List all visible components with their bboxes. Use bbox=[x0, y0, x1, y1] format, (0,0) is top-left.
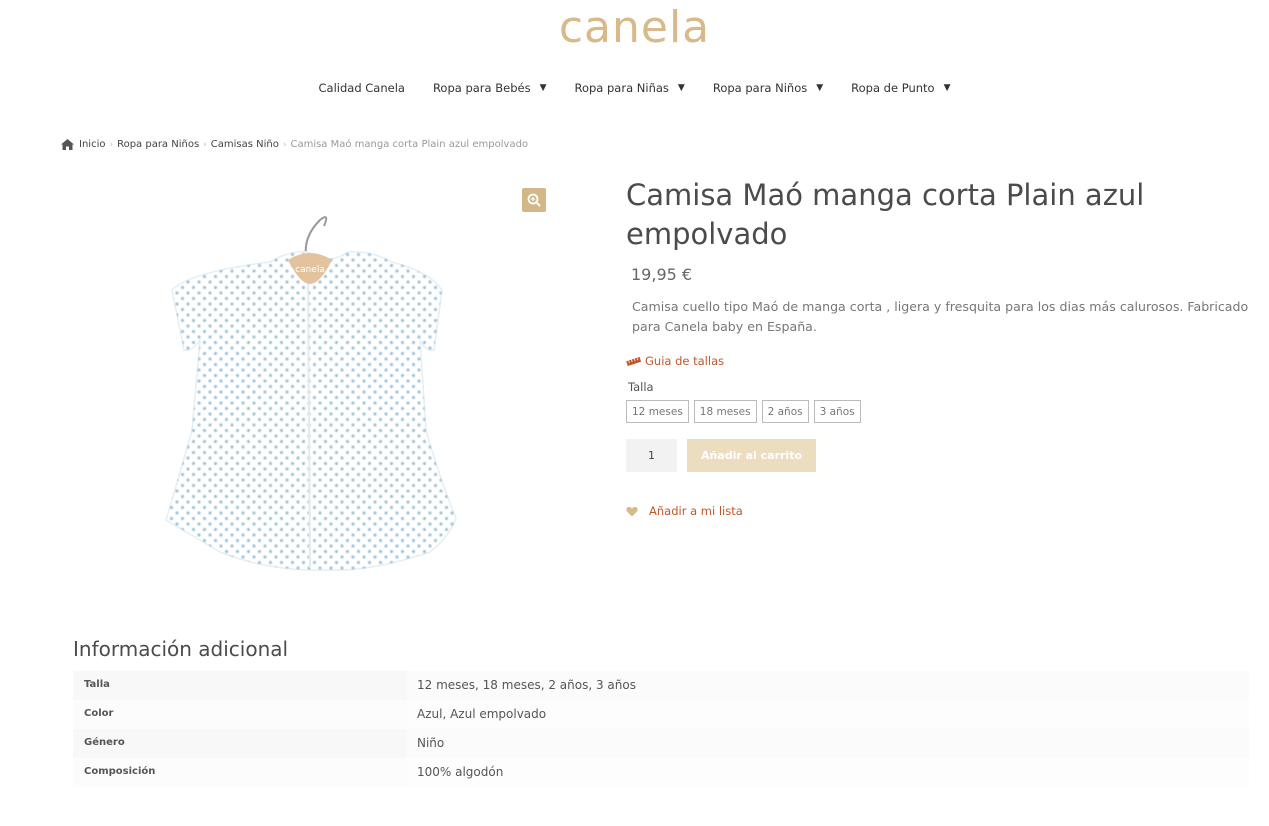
nav-item-ropa-bebes[interactable]: Ropa para Bebés ▼ bbox=[419, 78, 561, 98]
table-row: Color Azul, Azul empolvado bbox=[73, 700, 1249, 729]
breadcrumb-link-camisas-nino[interactable]: Camisas Niño bbox=[211, 139, 279, 150]
zoom-icon bbox=[527, 193, 541, 207]
nav-item-calidad-canela[interactable]: Calidad Canela bbox=[305, 78, 419, 98]
ruler-icon bbox=[626, 356, 641, 366]
variant-label: Talla bbox=[628, 380, 654, 394]
quantity-input[interactable]: 1 bbox=[626, 439, 677, 472]
shirt-image: canela bbox=[165, 216, 457, 571]
zoom-button[interactable] bbox=[522, 188, 546, 212]
breadcrumb-separator: › bbox=[109, 139, 114, 150]
nav-item-label: Ropa para Niñas bbox=[574, 81, 669, 95]
attribute-value: 12 meses, 18 meses, 2 años, 3 años bbox=[407, 671, 1249, 700]
main-navigation: Calidad Canela Ropa para Bebés ▼ Ropa pa… bbox=[0, 78, 1269, 98]
nav-item-label: Ropa de Punto bbox=[851, 81, 935, 95]
size-option-2-anos[interactable]: 2 años bbox=[761, 400, 809, 423]
attribute-label: Color bbox=[73, 700, 407, 729]
product-title: Camisa Maó manga corta Plain azul empolv… bbox=[626, 178, 1145, 251]
attribute-value: 100% algodón bbox=[407, 758, 1249, 787]
table-row: Género Niño bbox=[73, 729, 1249, 758]
breadcrumb: Inicio › Ropa para Niños › Camisas Niño … bbox=[61, 139, 528, 150]
breadcrumb-link-ropa-ninos[interactable]: Ropa para Niños bbox=[117, 139, 199, 150]
product-description: Camisa cuello tipo Maó de manga corta , … bbox=[632, 299, 1249, 334]
chevron-down-icon: ▼ bbox=[816, 83, 824, 93]
attribute-label: Género bbox=[73, 729, 407, 758]
heart-icon bbox=[626, 506, 638, 516]
size-guide-label: Guia de tallas bbox=[645, 354, 725, 368]
breadcrumb-home-link[interactable]: Inicio bbox=[79, 139, 105, 150]
size-option-12-meses[interactable]: 12 meses bbox=[626, 400, 689, 423]
size-option-3-anos[interactable]: 3 años bbox=[813, 400, 861, 423]
chevron-down-icon: ▼ bbox=[943, 83, 951, 93]
site-logo[interactable]: canela bbox=[0, 2, 1269, 53]
table-row: Composición 100% algodón bbox=[73, 758, 1249, 787]
nav-item-label: Ropa para Niños bbox=[712, 81, 808, 95]
nav-item-label: Ropa para Bebés bbox=[432, 81, 531, 95]
chevron-down-icon: ▼ bbox=[539, 83, 547, 93]
attribute-label: Talla bbox=[73, 671, 407, 700]
nav-item-ropa-ninos[interactable]: Ropa para Niños ▼ bbox=[699, 78, 837, 98]
nav-item-ropa-ninas[interactable]: Ropa para Niñas ▼ bbox=[561, 78, 699, 98]
wishlist-label: Añadir a mi lista bbox=[649, 504, 743, 518]
logo-text: canela bbox=[558, 2, 711, 53]
chevron-down-icon: ▼ bbox=[677, 83, 685, 93]
add-to-cart-button[interactable]: Añadir al carrito bbox=[687, 439, 816, 472]
nav-item-ropa-punto[interactable]: Ropa de Punto ▼ bbox=[837, 78, 964, 98]
hanger-tag-text: canela bbox=[295, 265, 325, 275]
product-price: 19,95 € bbox=[631, 265, 693, 284]
product-image[interactable]: canela bbox=[130, 180, 550, 600]
nav-item-label: Calidad Canela bbox=[318, 81, 405, 95]
size-option-18-meses[interactable]: 18 meses bbox=[693, 400, 757, 423]
attribute-value: Azul, Azul empolvado bbox=[407, 700, 1249, 729]
breadcrumb-current: Camisa Maó manga corta Plain azul empolv… bbox=[290, 139, 529, 150]
table-row: Talla 12 meses, 18 meses, 2 años, 3 años bbox=[73, 671, 1249, 700]
breadcrumb-separator: › bbox=[282, 139, 287, 150]
size-guide-link[interactable]: Guia de tallas bbox=[626, 354, 724, 368]
add-to-wishlist-link[interactable]: Añadir a mi lista bbox=[626, 504, 743, 518]
attribute-label: Composición bbox=[73, 758, 407, 787]
additional-info-table: Talla 12 meses, 18 meses, 2 años, 3 años… bbox=[73, 671, 1249, 787]
attribute-value: Niño bbox=[407, 729, 1249, 758]
size-options: 12 meses 18 meses 2 años 3 años bbox=[626, 400, 861, 423]
additional-info-title: Información adicional bbox=[73, 637, 289, 661]
home-icon bbox=[61, 139, 74, 150]
breadcrumb-separator: › bbox=[203, 139, 207, 150]
